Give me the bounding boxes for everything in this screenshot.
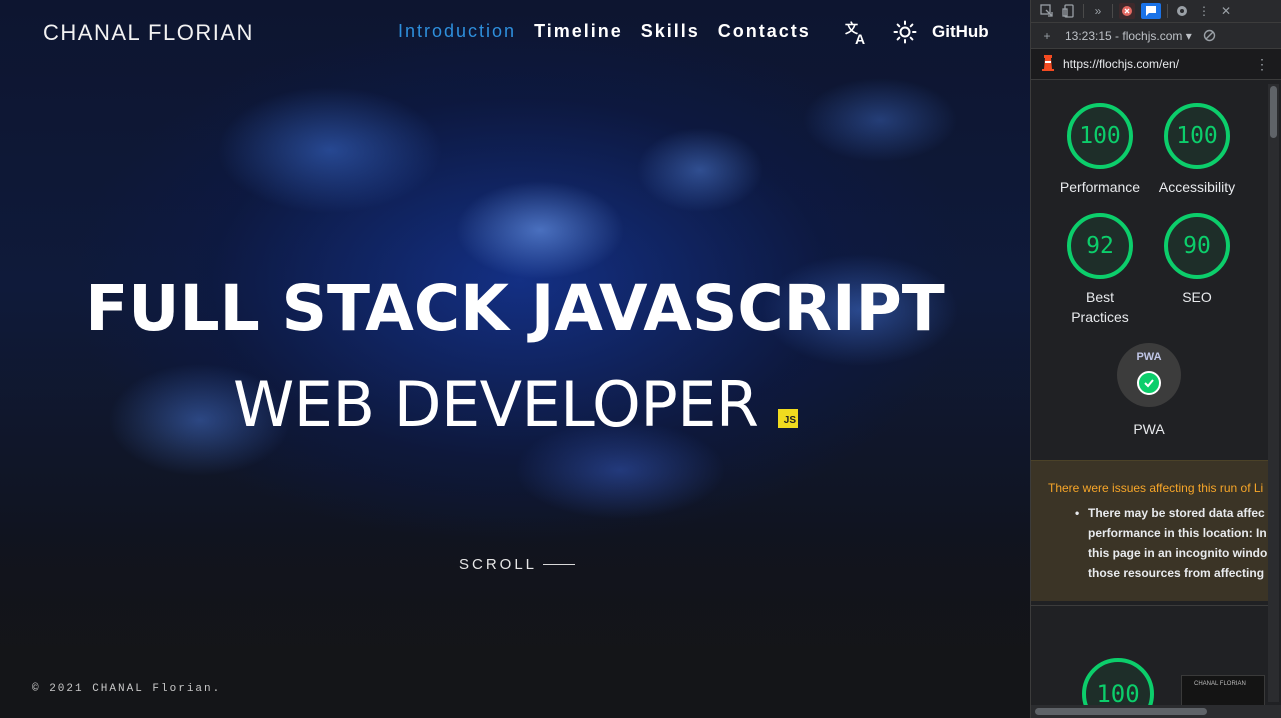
gauge-ring: 100 [1067, 103, 1133, 169]
vertical-scroll-track [1268, 84, 1279, 702]
scroll-line [543, 564, 576, 565]
gauge-score: 100 [1079, 123, 1121, 149]
lighthouse-report: 100 Performance 100 Accessibility 92 Bes… [1031, 83, 1268, 718]
gauge-label: Accessibility [1158, 179, 1236, 195]
headline-primary: FULL STACK JAVASCRIPT [85, 272, 945, 345]
gear-icon[interactable] [1174, 3, 1190, 19]
copyright-text: © 2021 CHANAL Florian. [32, 683, 222, 695]
toolbar-divider [1112, 4, 1113, 18]
report-select-label: 13:23:15 - flochjs.com [1065, 28, 1183, 43]
gauge-performance[interactable]: 100 Performance [1050, 103, 1150, 197]
kebab-menu-icon[interactable]: ⋮ [1196, 3, 1212, 19]
vertical-scrollbar[interactable] [1270, 86, 1277, 138]
gauge-label: SEO [1182, 289, 1212, 305]
report-url[interactable]: https://flochjs.com/en/ [1063, 57, 1179, 71]
gauge-accessibility[interactable]: 100 Accessibility [1147, 103, 1247, 197]
pwa-badge-text: PWA [1136, 351, 1162, 363]
gauge-score: 100 [1096, 680, 1140, 708]
svg-text:A: A [855, 31, 865, 46]
nav-skills[interactable]: Skills [641, 21, 700, 42]
gauge-score: 90 [1183, 233, 1211, 259]
report-select[interactable]: 13:23:15 - flochjs.com ▾ [1065, 29, 1192, 43]
warning-line: performance in this location: In [1088, 526, 1267, 540]
errors-icon[interactable] [1119, 3, 1135, 19]
warning-list: There may be stored data affec performan… [1048, 503, 1268, 583]
devtools-panel: » ⋮ ✕ + 13:23:15 - flochjs.com ▾ https:/… [1030, 0, 1281, 718]
checkmark-icon [1137, 371, 1161, 395]
nav-introduction[interactable]: Introduction [398, 21, 516, 42]
gauge-ring: 100 [1164, 103, 1230, 169]
thumbnail-text: CHANAL FLORIAN [1194, 681, 1246, 687]
section-divider [1031, 605, 1268, 606]
gauge-best-practices[interactable]: 92 Best Practices [1050, 213, 1150, 327]
warning-line: this page in an incognito windo [1088, 546, 1268, 560]
report-url-bar: https://flochjs.com/en/ ⋮ [1031, 49, 1281, 80]
gauge-score: 92 [1086, 233, 1114, 259]
gauge-label: Best Practices [1071, 289, 1129, 325]
scroll-label: SCROLL [459, 556, 538, 573]
chevron-down-icon: ▾ [1185, 28, 1192, 43]
github-link[interactable]: GitHub [932, 22, 989, 42]
gauge-label: PWA [1133, 421, 1165, 437]
lighthouse-icon [1041, 53, 1055, 76]
messages-icon[interactable] [1141, 3, 1161, 19]
js-badge: JS [778, 409, 798, 428]
devtools-toolbar: » ⋮ ✕ [1031, 0, 1281, 23]
gauge-score: 100 [1176, 123, 1218, 149]
warning-box: There were issues affecting this run of … [1031, 460, 1268, 601]
main-nav: Introduction Timeline Skills Contacts [398, 21, 811, 42]
horizontal-scrollbar[interactable] [1035, 708, 1207, 715]
device-toggle-icon[interactable] [1061, 3, 1077, 19]
plus-icon[interactable]: + [1039, 28, 1055, 44]
headline-secondary: WEB DEVELOPER [233, 368, 759, 441]
gauge-ring: 92 [1067, 213, 1133, 279]
close-icon[interactable]: ✕ [1218, 3, 1234, 19]
toolbar-divider [1167, 4, 1168, 18]
gauge-label: Performance [1059, 179, 1141, 195]
more-tabs-icon[interactable]: » [1090, 3, 1106, 19]
nav-timeline[interactable]: Timeline [534, 21, 623, 42]
toolbar-divider [1083, 4, 1084, 18]
lighthouse-subbar: + 13:23:15 - flochjs.com ▾ [1031, 23, 1281, 49]
kebab-menu-icon[interactable]: ⋮ [1255, 56, 1269, 73]
screenshot-thumbnail[interactable]: CHANAL FLORIAN [1181, 675, 1265, 707]
translate-icon[interactable]: 文 A [844, 20, 870, 50]
site-brand[interactable]: CHANAL FLORIAN [43, 20, 254, 46]
nav-contacts[interactable]: Contacts [718, 21, 811, 42]
warning-line: There may be stored data affec [1075, 503, 1268, 523]
pwa-badge-icon: PWA [1117, 343, 1181, 407]
gauge-pwa[interactable]: PWA PWA [1099, 343, 1199, 439]
warning-line: those resources from affecting [1088, 566, 1265, 580]
clear-icon[interactable] [1202, 28, 1218, 44]
gauge-seo[interactable]: 90 SEO [1147, 213, 1247, 307]
gauge-ring: 90 [1164, 213, 1230, 279]
website-viewport: CHANAL FLORIAN Introduction Timeline Ski… [0, 0, 1030, 718]
scroll-indicator[interactable]: SCROLL [459, 556, 576, 573]
inspect-icon[interactable] [1039, 3, 1055, 19]
sun-icon[interactable] [893, 20, 917, 48]
warning-title: There were issues affecting this run of … [1048, 481, 1264, 495]
